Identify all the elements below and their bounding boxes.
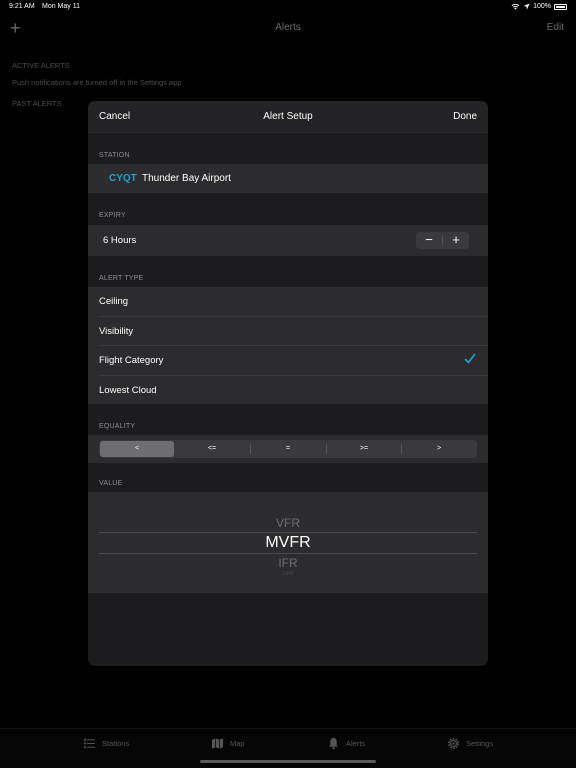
tab-map-label: Map: [230, 739, 245, 748]
expiry-cell: 6 Hours − +: [88, 225, 488, 256]
tab-settings[interactable]: Settings: [447, 737, 493, 750]
alert-type-option-visibility[interactable]: Visibility: [88, 317, 488, 346]
tab-stations[interactable]: Stations: [83, 737, 129, 750]
tab-alerts[interactable]: Alerts: [327, 737, 365, 750]
push-notifications-note: Push notifications are turned off in the…: [12, 78, 182, 87]
picker-option-selected: MVFR: [265, 534, 311, 551]
active-alerts-header: ACTIVE ALERTS: [12, 61, 70, 70]
value-section-label: VALUE: [99, 480, 123, 487]
picker-highlight-top: [99, 532, 477, 533]
map-icon: [211, 738, 224, 749]
nav-bar: + Alerts Edit: [0, 16, 576, 42]
alert-type-option-flight-category[interactable]: Flight Category: [88, 346, 488, 375]
bell-icon: [328, 737, 339, 750]
alert-type-list: Ceiling Visibility Flight Category Lowes…: [88, 287, 488, 404]
value-picker[interactable]: VFR MVFR IFR LIFR: [88, 492, 488, 593]
nav-title: Alerts: [275, 22, 301, 33]
picker-option-below-2: LIFR: [282, 571, 294, 577]
station-section-label: STATION: [99, 152, 130, 159]
segment-equal[interactable]: =: [251, 441, 325, 457]
tab-stations-label: Stations: [102, 739, 130, 748]
tab-alerts-label: Alerts: [346, 739, 366, 748]
edit-button[interactable]: Edit: [547, 22, 564, 33]
decrement-button[interactable]: −: [416, 232, 442, 249]
tab-settings-label: Settings: [466, 739, 494, 748]
alert-type-option-label: Flight Category: [99, 355, 164, 366]
tab-bar: Stations Map Alerts Settings: [0, 728, 576, 768]
tab-map[interactable]: Map: [211, 737, 245, 750]
checkmark-icon: [464, 353, 476, 364]
alert-type-option-lowest-cloud[interactable]: Lowest Cloud: [88, 376, 488, 404]
picker-highlight-bottom: [99, 553, 477, 554]
alert-type-section-label: ALERT TYPE: [99, 275, 144, 282]
segment-greater-than[interactable]: >: [402, 441, 476, 457]
segment-less-than[interactable]: <: [100, 441, 174, 457]
segment-less-equal[interactable]: <=: [175, 441, 249, 457]
alert-type-option-ceiling[interactable]: Ceiling: [88, 287, 488, 316]
past-alerts-header: PAST ALERTS: [12, 99, 62, 108]
alert-type-option-label: Ceiling: [99, 296, 129, 307]
list-icon: [83, 738, 96, 749]
alert-setup-modal: Cancel Alert Setup Done STATION CYQT Thu…: [88, 101, 488, 666]
station-name: Thunder Bay Airport: [142, 173, 231, 184]
segment-greater-equal[interactable]: >=: [327, 441, 401, 457]
expiry-stepper: − +: [416, 232, 469, 249]
station-cell[interactable]: CYQT Thunder Bay Airport: [88, 164, 488, 193]
modal-title: Alert Setup: [263, 111, 313, 122]
equality-segmented-control: < <= = >= >: [99, 440, 477, 458]
picker-option-above: VFR: [276, 516, 300, 530]
expiry-section-label: EXPIRY: [99, 212, 126, 219]
station-code: CYQT: [109, 173, 137, 184]
expiry-value: 6 Hours: [103, 235, 137, 246]
increment-button[interactable]: +: [443, 232, 469, 249]
alert-type-option-label: Lowest Cloud: [99, 385, 157, 396]
done-button[interactable]: Done: [453, 111, 477, 122]
picker-option-below: IFR: [278, 556, 298, 570]
equality-section-label: EQUALITY: [99, 423, 136, 430]
modal-header: Cancel Alert Setup Done: [88, 101, 488, 133]
gear-icon: [448, 738, 459, 749]
alert-type-option-label: Visibility: [99, 326, 134, 337]
home-indicator: [200, 760, 376, 763]
